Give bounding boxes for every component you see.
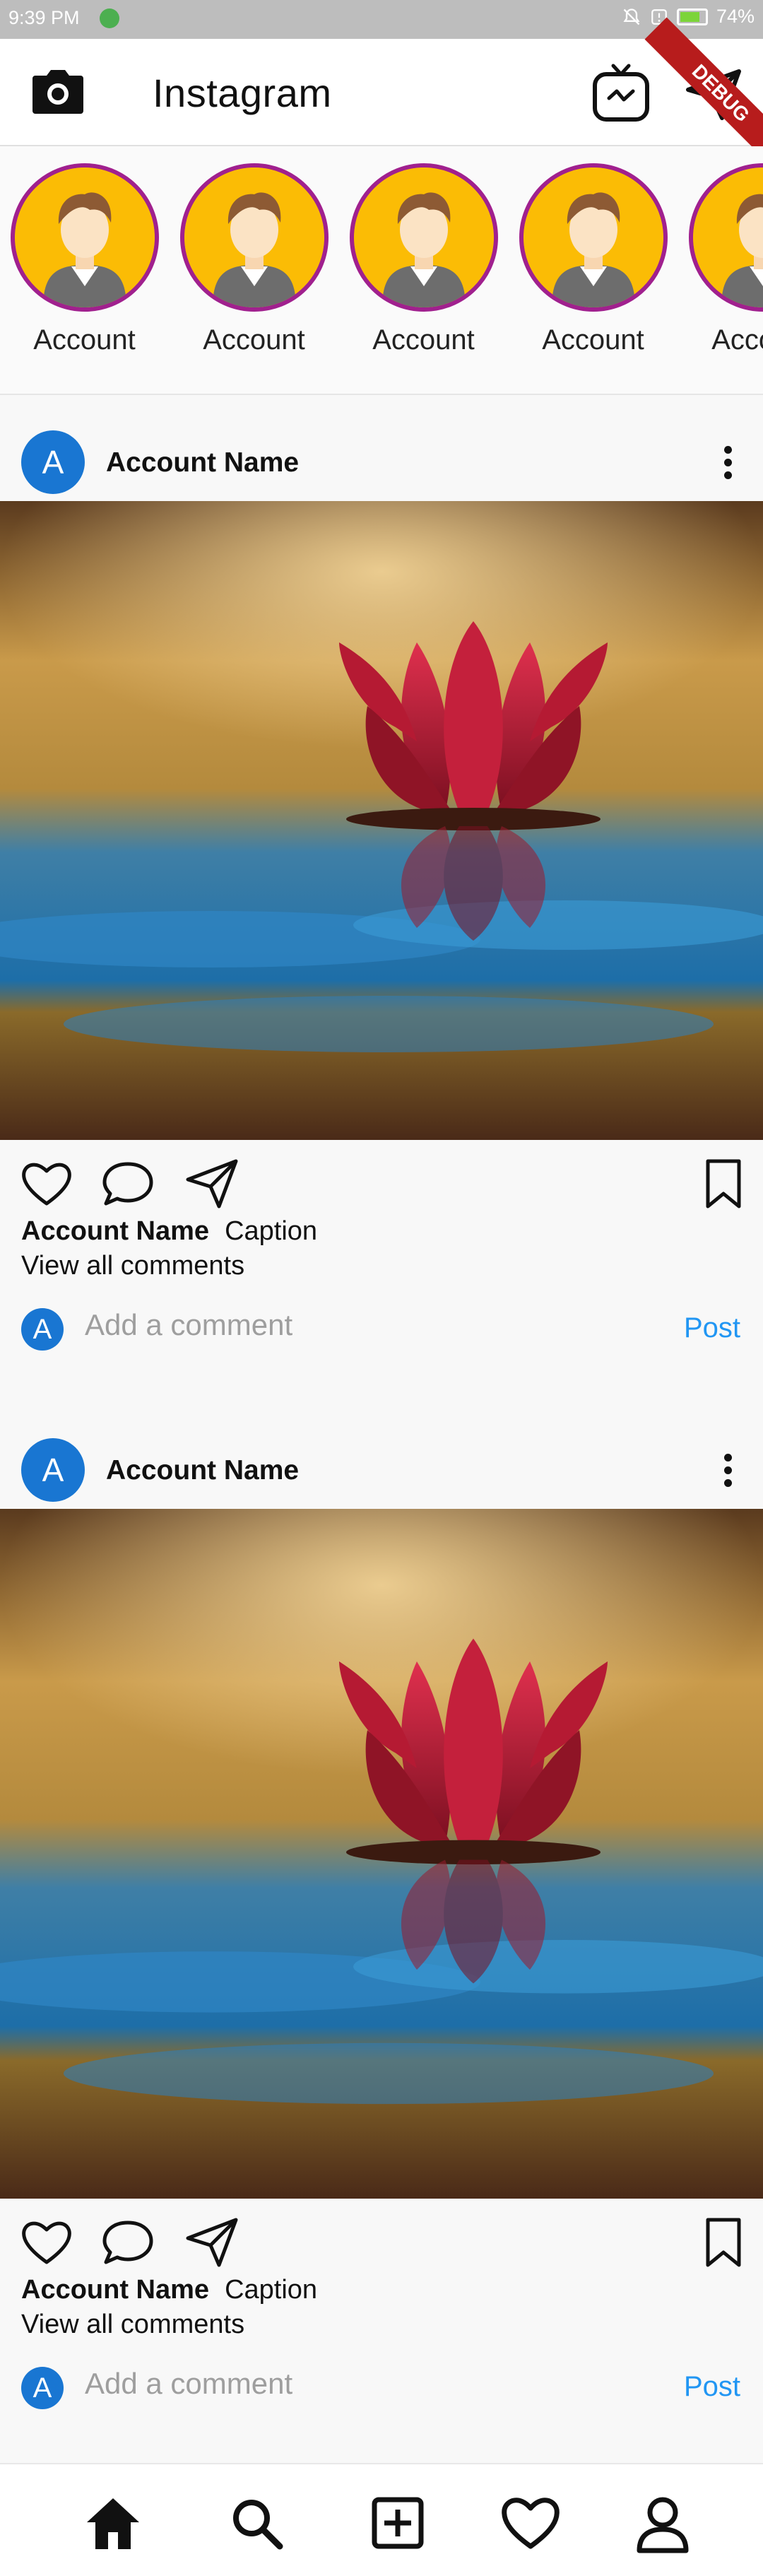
post-actions [0,1154,763,1211]
status-bar: 9:39 PM 74% [0,0,763,39]
silent-icon [622,7,641,27]
comment-avatar: A [21,2367,64,2409]
lotus-photo [0,501,763,1140]
caption-account-name[interactable]: Account Name [21,2275,209,2305]
status-time: 9:39 PM [8,7,80,29]
search-icon[interactable] [225,2491,288,2555]
home-icon[interactable] [81,2491,145,2555]
comment-avatar: A [21,1308,64,1351]
avatar-illustration-icon [15,167,155,307]
post-comment-button[interactable]: Post [684,1312,740,1344]
bookmark-icon[interactable] [704,2217,743,2268]
feed-post: A Account Name [0,1403,763,2423]
share-send-icon[interactable] [185,1158,239,1209]
comment-icon[interactable] [100,2218,155,2266]
notification-app-icon [100,8,119,28]
status-right: 74% [622,6,755,28]
story-label: Account [687,324,763,356]
story-avatar[interactable] [180,163,329,312]
avatar-illustration-icon [184,167,324,307]
post-image[interactable] [0,1509,763,2199]
more-options-icon[interactable] [721,443,735,483]
post-account-name[interactable]: Account Name [106,447,299,478]
lotus-photo [0,1509,763,2199]
caption-line: Account Name Caption [0,2275,763,2305]
profile-icon[interactable] [631,2491,694,2555]
comment-icon[interactable] [100,1160,155,1208]
bottom-navigation [0,2463,763,2576]
comment-input[interactable]: Add a comment [85,2367,292,2401]
feed-post: A Account Name [0,395,763,1365]
heart-icon[interactable] [499,2491,562,2555]
story-item[interactable]: Account [687,163,763,356]
story-avatar[interactable] [350,163,498,312]
more-options-icon[interactable] [721,1451,735,1490]
like-heart-icon[interactable] [20,2218,73,2266]
post-actions [0,2213,763,2269]
story-item[interactable]: Account [178,163,330,356]
igtv-icon[interactable] [592,63,650,124]
battery-percent: 74% [716,6,755,28]
story-avatar[interactable] [11,163,159,312]
story-avatar[interactable] [689,163,763,312]
story-avatar[interactable] [519,163,668,312]
view-all-comments-link[interactable]: View all comments [0,1251,763,1281]
post-avatar[interactable]: A [21,430,85,494]
comment-input[interactable]: Add a comment [85,1308,292,1342]
caption-text: Caption [225,2275,317,2305]
battery-icon [677,8,708,25]
app-title: Instagram [153,70,332,116]
story-item[interactable]: Account [517,163,669,356]
camera-icon[interactable] [31,67,85,117]
like-heart-icon[interactable] [20,1160,73,1208]
post-header: A Account Name [0,1403,763,1509]
post-header: A Account Name [0,395,763,501]
caption-line: Account Name Caption [0,1216,763,1247]
story-label: Account [178,324,330,356]
app-bar: Instagram DEBUG [0,39,763,146]
post-comment-button[interactable]: Post [684,2371,740,2403]
story-item[interactable]: Account [8,163,160,356]
post-image[interactable] [0,501,763,1140]
add-comment-row: A Add a comment Post [0,1301,763,1365]
story-label: Account [517,324,669,356]
caption-text: Caption [225,1216,317,1246]
add-post-icon[interactable] [366,2491,430,2555]
view-all-comments-link[interactable]: View all comments [0,2310,763,2340]
caption-account-name[interactable]: Account Name [21,1216,209,1246]
story-item[interactable]: Account [348,163,499,356]
stories-row[interactable]: Account Account Account [0,146,763,395]
avatar-illustration-icon [524,167,663,307]
avatar-illustration-icon [354,167,494,307]
bookmark-icon[interactable] [704,1158,743,1209]
avatar-illustration-icon [693,167,763,307]
share-send-icon[interactable] [185,2217,239,2268]
story-label: Account [8,324,160,356]
post-avatar[interactable]: A [21,1438,85,1502]
post-account-name[interactable]: Account Name [106,1455,299,1486]
story-label: Account [348,324,499,356]
add-comment-row: A Add a comment Post [0,2360,763,2423]
